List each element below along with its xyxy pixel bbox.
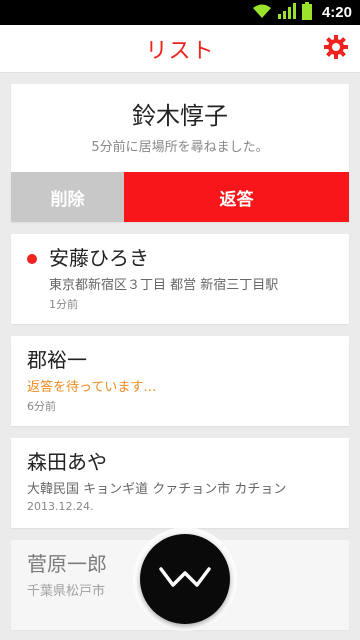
contact-location: 東京都新宿区３丁目 都営 新宿三丁目駅 <box>49 278 279 293</box>
contact-time: 6分前 <box>27 400 56 413</box>
battery-icon <box>301 1 312 24</box>
status-bar: 4:20 <box>0 0 360 25</box>
app-header: リスト <box>0 25 360 73</box>
contact-location: 千葉県松戸市 <box>27 584 106 599</box>
list-item[interactable]: 安藤ひろき 東京都新宿区３丁目 都営 新宿三丁目駅 1分前 <box>11 234 349 324</box>
contact-location: 大韓民国 キョンギ道 クァチョン市 カチョン <box>27 482 287 497</box>
reply-button[interactable]: 返答 <box>124 172 349 222</box>
contact-name: 郡裕一 <box>27 348 87 372</box>
contact-time: 2013.12.24. <box>27 500 94 513</box>
delete-button[interactable]: 削除 <box>11 172 124 222</box>
location-request-card: 鈴木惇子 5分前に居場所を尋ねました。 削除 返答 <box>11 84 349 222</box>
request-name: 鈴木惇子 <box>132 102 228 130</box>
page-title: リスト <box>145 38 215 64</box>
unread-dot <box>27 254 37 264</box>
contact-name: 菅原一郎 <box>27 552 107 576</box>
contact-time: 1分前 <box>49 298 78 311</box>
settings-button[interactable] <box>322 35 350 63</box>
list-item[interactable]: 森田あや 大韓民国 キョンギ道 クァチョン市 カチョン 2013.12.24. <box>11 438 349 528</box>
request-actions: 削除 返答 <box>11 172 349 222</box>
contact-name: 森田あや <box>27 450 107 474</box>
signal-icon <box>277 2 296 23</box>
wifi-icon <box>252 3 272 23</box>
fab-inner <box>140 534 230 624</box>
gear-icon <box>324 35 348 63</box>
status-time: 4:20 <box>321 4 352 21</box>
list-item[interactable]: 郡裕一 返答を待っています… 6分前 <box>11 336 349 426</box>
wave-logo-icon <box>159 565 211 593</box>
request-message: 5分前に居場所を尋ねました。 <box>91 140 269 155</box>
wave-fab-button[interactable] <box>133 527 237 631</box>
contact-status: 返答を待っています… <box>27 380 157 395</box>
contact-name: 安藤ひろき <box>49 246 149 270</box>
